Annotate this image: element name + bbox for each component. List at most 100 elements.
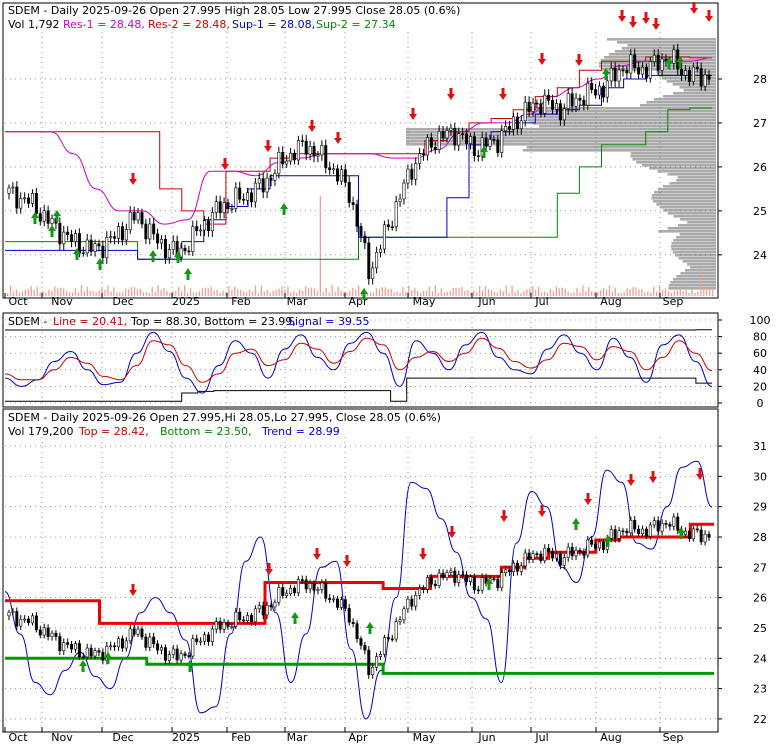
- volume-profile-bar: [680, 86, 716, 89]
- volume-profile-bar: [690, 266, 716, 269]
- candle-body: [328, 598, 330, 599]
- volume-bar: [402, 287, 403, 296]
- candle-body: [536, 103, 538, 104]
- volume-profile-bar: [527, 146, 716, 149]
- volume-profile-bar: [640, 104, 716, 107]
- candle-body: [653, 521, 655, 525]
- volume-bar: [382, 287, 383, 296]
- candle-body: [70, 235, 72, 242]
- candle-body: [411, 169, 413, 179]
- candle-body: [497, 140, 499, 153]
- volume-bar: [405, 292, 406, 296]
- candle-body: [661, 523, 663, 531]
- candle-body: [227, 203, 229, 209]
- candle-body: [328, 168, 330, 170]
- volume-profile-bar: [523, 149, 716, 152]
- candle-body: [442, 131, 444, 138]
- y-tick-label: 28: [753, 73, 767, 86]
- volume-bar: [709, 288, 710, 296]
- candle-body: [168, 250, 170, 258]
- y-tick-label: 40: [753, 364, 767, 377]
- y-tick-label: 22: [753, 713, 767, 726]
- volume-profile-bar: [651, 197, 716, 200]
- volume-bar: [149, 293, 150, 296]
- candle-body: [426, 138, 428, 155]
- volume-bar: [222, 291, 223, 296]
- y-tick-label: 25: [753, 622, 767, 635]
- candle-body: [438, 573, 440, 586]
- volume-profile-bar: [406, 137, 716, 140]
- candle-body: [188, 251, 190, 252]
- volume-bar: [476, 292, 477, 296]
- volume-bar: [211, 287, 212, 296]
- candle-body: [450, 128, 452, 130]
- candle-body: [47, 211, 49, 224]
- candle-body: [90, 648, 92, 656]
- volume-bar: [163, 288, 164, 296]
- candle-body: [348, 608, 350, 622]
- volume-profile-bar: [679, 257, 716, 260]
- candle-body: [434, 584, 436, 586]
- volume-bar: [467, 290, 468, 296]
- candle-body: [587, 83, 589, 105]
- candle-body: [590, 540, 592, 544]
- candle-body: [563, 109, 565, 120]
- candle-body: [59, 636, 61, 650]
- volume-bar: [523, 291, 524, 296]
- volume-bar: [376, 288, 377, 296]
- candle-body: [684, 70, 686, 75]
- candle-body: [317, 589, 319, 590]
- candle-body: [602, 542, 604, 550]
- candle-body: [309, 583, 311, 588]
- candle-body: [688, 531, 690, 539]
- candle-body: [289, 588, 291, 593]
- volume-bar: [267, 290, 268, 296]
- y-tick-label: 20: [753, 380, 767, 393]
- volume-bar: [146, 292, 147, 296]
- candle-body: [231, 208, 233, 209]
- candle-body: [109, 237, 111, 238]
- candle-body: [196, 227, 198, 231]
- volume-bar: [155, 292, 156, 296]
- candle-body: [149, 224, 151, 239]
- trend-top-label: Top = 28.42,: [78, 425, 149, 438]
- candle-body: [567, 547, 569, 557]
- candle-body: [8, 188, 10, 193]
- candle-body: [626, 70, 628, 73]
- candle-body: [176, 649, 178, 660]
- candle-body: [610, 530, 612, 539]
- candle-body: [418, 154, 420, 164]
- candle-body: [274, 174, 276, 181]
- candle-body: [94, 651, 96, 656]
- candle-body: [35, 193, 37, 213]
- candle-body: [282, 588, 284, 596]
- volume-bar: [565, 289, 566, 296]
- candle-body: [82, 253, 84, 254]
- volume-profile-bar: [668, 173, 716, 176]
- candle-body: [20, 619, 22, 626]
- candle-body: [493, 579, 495, 580]
- x-tick-label: Jul: [534, 295, 548, 308]
- volume-bar: [169, 293, 170, 296]
- candle-body: [512, 563, 514, 572]
- candle-body: [645, 67, 647, 78]
- candle-body: [78, 644, 80, 657]
- candle-body: [379, 654, 381, 656]
- candle-body: [700, 530, 702, 542]
- volume-bar: [691, 289, 692, 296]
- candle-body: [121, 639, 123, 648]
- candle-body: [356, 624, 358, 639]
- volume-bar: [208, 288, 209, 296]
- volume-bar: [323, 292, 324, 296]
- trend-header: SDEM - Daily 2025-09-26 Open 27.995,Hi 2…: [8, 411, 441, 424]
- candle-body: [86, 648, 88, 657]
- candle-body: [583, 552, 585, 555]
- volume-bar: [635, 287, 636, 296]
- candle-body: [340, 170, 342, 181]
- trend-panel-frame: [3, 409, 718, 732]
- candle-body: [371, 667, 373, 674]
- candle-body: [618, 70, 620, 81]
- candle-body: [520, 121, 522, 129]
- candle-body: [356, 205, 358, 227]
- candle-body: [516, 117, 518, 129]
